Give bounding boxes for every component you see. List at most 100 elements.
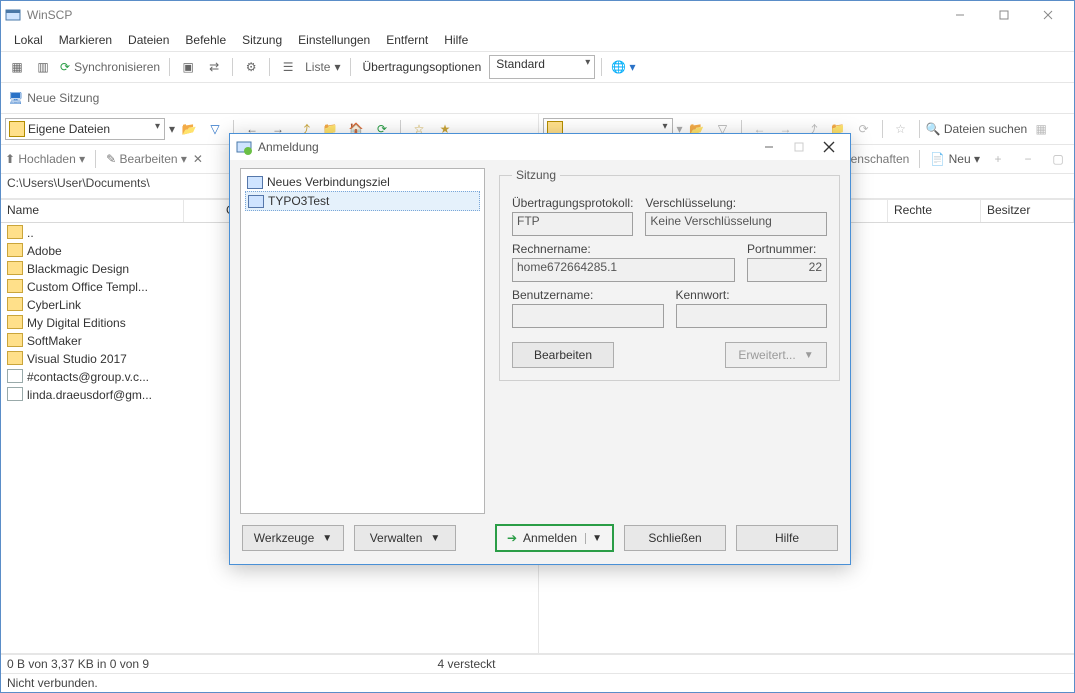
tb-icon: +: [986, 149, 1010, 169]
delete-icon[interactable]: ✕: [193, 152, 203, 166]
separator: [269, 58, 270, 76]
edit-button[interactable]: Bearbeiten: [512, 342, 614, 368]
separator: [919, 120, 920, 138]
protocol-select[interactable]: FTP: [512, 212, 633, 236]
transfer-options-label: Übertragungsoptionen: [357, 60, 488, 74]
site-label: Neues Verbindungsziel: [267, 175, 390, 189]
liste-label: Liste: [305, 60, 330, 74]
new-session-tab[interactable]: 🖥 Neue Sitzung: [5, 88, 102, 108]
session-form: Sitzung Übertragungsprotokoll: FTP Versc…: [499, 168, 840, 514]
transfer-options-select[interactable]: Standard: [489, 55, 595, 79]
separator: [350, 58, 351, 76]
session-legend: Sitzung: [512, 168, 560, 182]
port-input[interactable]: 22: [747, 258, 827, 282]
login-dialog: Anmeldung Neues Verbindungsziel TYPO3Test…: [229, 133, 851, 565]
close-dialog-button[interactable]: Schließen: [624, 525, 726, 551]
sync-label: Synchronisieren: [74, 60, 160, 74]
minimize-button[interactable]: [938, 2, 982, 28]
encryption-label: Verschlüsselung:: [645, 196, 827, 210]
file-name: Visual Studio 2017: [27, 352, 127, 366]
tb-icon[interactable]: ⇄: [202, 57, 226, 77]
menu-einstellungen[interactable]: Einstellungen: [291, 31, 377, 49]
sites-list[interactable]: Neues Verbindungsziel TYPO3Test: [240, 168, 485, 514]
dialog-minimize-button[interactable]: [754, 134, 784, 160]
menu-entfernt[interactable]: Entfernt: [379, 31, 435, 49]
dialog-maximize-button: [784, 134, 814, 160]
menu-hilfe[interactable]: Hilfe: [437, 31, 475, 49]
transfer-options-value: Standard: [496, 57, 545, 71]
menu-befehle[interactable]: Befehle: [178, 31, 233, 49]
properties-button[interactable]: genschaften: [844, 152, 909, 166]
col-name[interactable]: Name: [1, 200, 184, 222]
dialog-close-button[interactable]: [814, 134, 844, 160]
site-item[interactable]: Neues Verbindungsziel: [245, 173, 480, 191]
menubar: Lokal Markieren Dateien Befehle Sitzung …: [1, 29, 1074, 52]
file-name: SoftMaker: [27, 334, 82, 348]
tools-button[interactable]: Werkzeuge▼: [242, 525, 344, 551]
tb-icon: −: [1016, 149, 1040, 169]
col-rights[interactable]: Rechte: [888, 200, 981, 222]
help-button[interactable]: Hilfe: [736, 525, 838, 551]
site-icon: [248, 195, 264, 208]
file-name: CyberLink: [27, 298, 81, 312]
menu-sitzung[interactable]: Sitzung: [235, 31, 289, 49]
search-files-button[interactable]: 🔍 Dateien suchen: [926, 122, 1028, 136]
protocol-label: Übertragungsprotokoll:: [512, 196, 633, 210]
user-input[interactable]: [512, 304, 664, 328]
new-session-label: Neue Sitzung: [27, 91, 99, 105]
dialog-title: Anmeldung: [258, 140, 754, 154]
globe-icon[interactable]: 🌐 ▾: [608, 57, 638, 77]
tb-icon[interactable]: ▣: [176, 57, 200, 77]
dialog-titlebar: Anmeldung: [230, 134, 850, 160]
file-name: linda.draeusdorf@gm...: [27, 388, 152, 402]
tb-icon[interactable]: ▥: [31, 57, 55, 77]
statusbar: 0 B von 3,37 KB in 0 von 9 4 versteckt: [1, 654, 1074, 673]
site-item[interactable]: TYPO3Test: [245, 191, 480, 211]
login-button[interactable]: ➔ Anmelden ▼: [495, 524, 614, 552]
separator: [169, 58, 170, 76]
left-drive-combo[interactable]: Eigene Dateien: [5, 118, 165, 140]
host-input[interactable]: home672664285.1: [512, 258, 735, 282]
file-name: My Digital Editions: [27, 316, 126, 330]
folder-open-icon[interactable]: 📂: [177, 119, 201, 139]
dialog-buttons: Werkzeuge▼ Verwalten▼ ➔ Anmelden ▼ Schli…: [230, 514, 850, 564]
user-label: Benutzername:: [512, 288, 664, 302]
encryption-select[interactable]: Keine Verschlüsselung: [645, 212, 827, 236]
menu-dateien[interactable]: Dateien: [121, 31, 176, 49]
new-button[interactable]: 📄 Neu ▾: [930, 152, 980, 166]
main-window: WinSCP Lokal Markieren Dateien Befehle S…: [0, 0, 1075, 693]
tb-icon: ▦: [1029, 119, 1053, 139]
app-icon: [5, 7, 21, 23]
separator: [232, 58, 233, 76]
host-label: Rechnername:: [512, 242, 735, 256]
bookmark-icon: ☆: [889, 119, 913, 139]
queue-icon[interactable]: ☰: [276, 57, 300, 77]
main-toolbar: ▦ ▥ ⟳ Synchronisieren ▣ ⇄ ⚙ ☰ Liste ▾ Üb…: [1, 52, 1074, 83]
gear-icon[interactable]: ⚙: [239, 57, 263, 77]
site-icon: [247, 176, 263, 189]
liste-button[interactable]: Liste ▾: [302, 57, 343, 77]
file-name: #contacts@group.v.c...: [27, 370, 149, 384]
edit-button[interactable]: ✎ Bearbeiten ▾: [106, 152, 187, 166]
file-name: ..: [27, 226, 34, 240]
pass-label: Kennwort:: [676, 288, 828, 302]
manage-button[interactable]: Verwalten▼: [354, 525, 456, 551]
window-title: WinSCP: [27, 8, 938, 22]
maximize-button[interactable]: [982, 2, 1026, 28]
pass-input[interactable]: [676, 304, 828, 328]
separator: [95, 150, 96, 168]
session-tabs: 🖥 Neue Sitzung: [1, 83, 1074, 114]
tb-icon[interactable]: ▦: [5, 57, 29, 77]
titlebar: WinSCP: [1, 1, 1074, 29]
filter-icon[interactable]: ▽: [203, 119, 227, 139]
status-mid: 4 versteckt: [438, 657, 869, 671]
sync-button[interactable]: ⟳ Synchronisieren: [57, 57, 163, 77]
file-name: Adobe: [27, 244, 62, 258]
close-button[interactable]: [1026, 2, 1070, 28]
upload-button[interactable]: ⬆ Hochladen ▾: [5, 152, 85, 166]
menu-lokal[interactable]: Lokal: [7, 31, 50, 49]
file-name: Blackmagic Design: [27, 262, 129, 276]
col-owner[interactable]: Besitzer: [981, 200, 1074, 222]
menu-markieren[interactable]: Markieren: [52, 31, 119, 49]
advanced-button: Erweitert...▼: [725, 342, 827, 368]
